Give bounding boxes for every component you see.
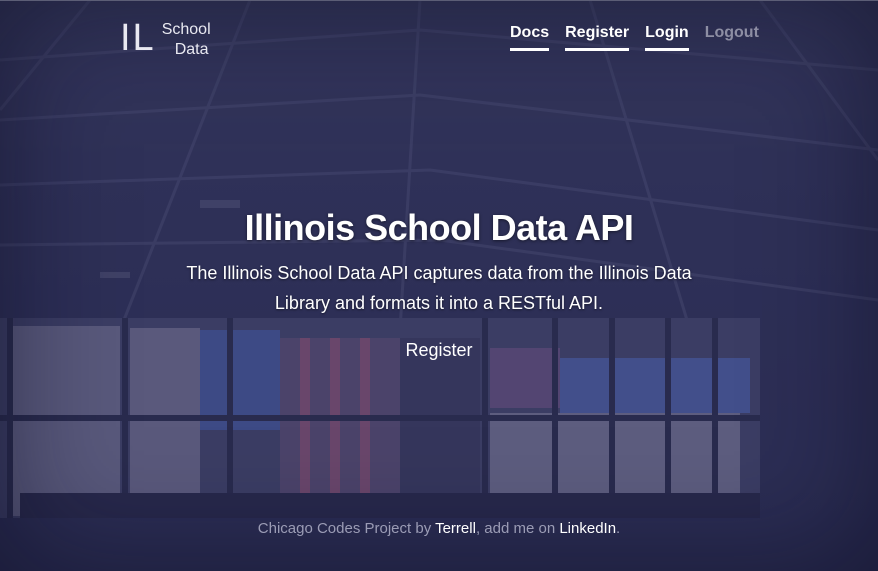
logo-text: School Data [162,20,211,60]
hero-description: The Illinois School Data API captures da… [186,263,692,313]
linkedin-link[interactable]: LinkedIn [559,520,616,537]
hero-background: IL School Data Docs Register Login Logou… [0,0,878,571]
footer-suffix: . [616,520,621,537]
main-nav: Docs Register Login Logout [510,24,759,51]
register-button[interactable]: Register [0,340,878,361]
footer-middle: , add me on [475,520,560,537]
nav-register-link[interactable]: Register [565,24,630,51]
nav-login-link[interactable]: Login [645,24,689,51]
logo-line-1: School [161,21,211,38]
page-title: Illinois School Data API [244,207,634,248]
nav-docs-link[interactable]: Docs [510,24,550,51]
footer: Chicago Codes Project by Terrell, add me… [0,520,878,537]
nav-logout-link[interactable]: Logout [705,24,759,51]
brand-logo[interactable]: IL School Data [120,17,211,60]
logo-line-2: Data [174,41,209,58]
author-link[interactable]: Terrell [435,520,476,537]
footer-prefix: Chicago Codes Project by [257,520,436,537]
hero-section: Illinois School Data API The Illinois Sc… [0,200,878,318]
logo-mark: IL [120,17,156,59]
top-border [0,0,878,1]
